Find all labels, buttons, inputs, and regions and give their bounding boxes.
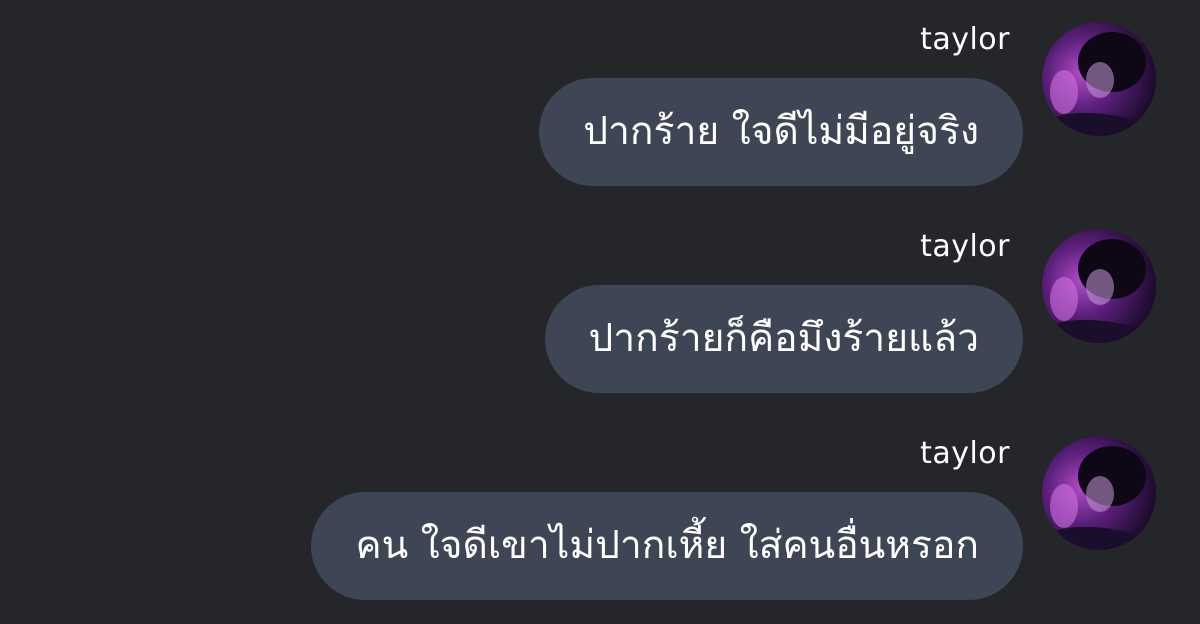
- avatar-image: [1042, 436, 1156, 550]
- avatar[interactable]: [1042, 436, 1156, 550]
- avatar[interactable]: [1042, 229, 1156, 343]
- message-row: taylor คน ใจดีเขาไม่ปากเหี้ย ใส่คนอื่นหร…: [0, 434, 1200, 624]
- sender-name: taylor: [920, 22, 1010, 57]
- message-row: taylor ปากร้าย ใจดีไม่มีอยู่จริง: [0, 20, 1200, 210]
- avatar-image: [1042, 229, 1156, 343]
- chat-thread: taylor ปากร้าย ใจดีไม่มีอยู่จริง taylor …: [0, 0, 1200, 624]
- message-bubble[interactable]: ปากร้าย ใจดีไม่มีอยู่จริง: [539, 78, 1023, 186]
- avatar-image: [1042, 22, 1156, 136]
- sender-name: taylor: [920, 229, 1010, 264]
- sender-name: taylor: [920, 436, 1010, 471]
- avatar[interactable]: [1042, 22, 1156, 136]
- message-row: taylor ปากร้ายก็คือมึงร้ายแล้ว: [0, 227, 1200, 417]
- message-bubble[interactable]: ปากร้ายก็คือมึงร้ายแล้ว: [544, 285, 1023, 393]
- message-bubble[interactable]: คน ใจดีเขาไม่ปากเหี้ย ใส่คนอื่นหรอก: [311, 492, 1023, 600]
